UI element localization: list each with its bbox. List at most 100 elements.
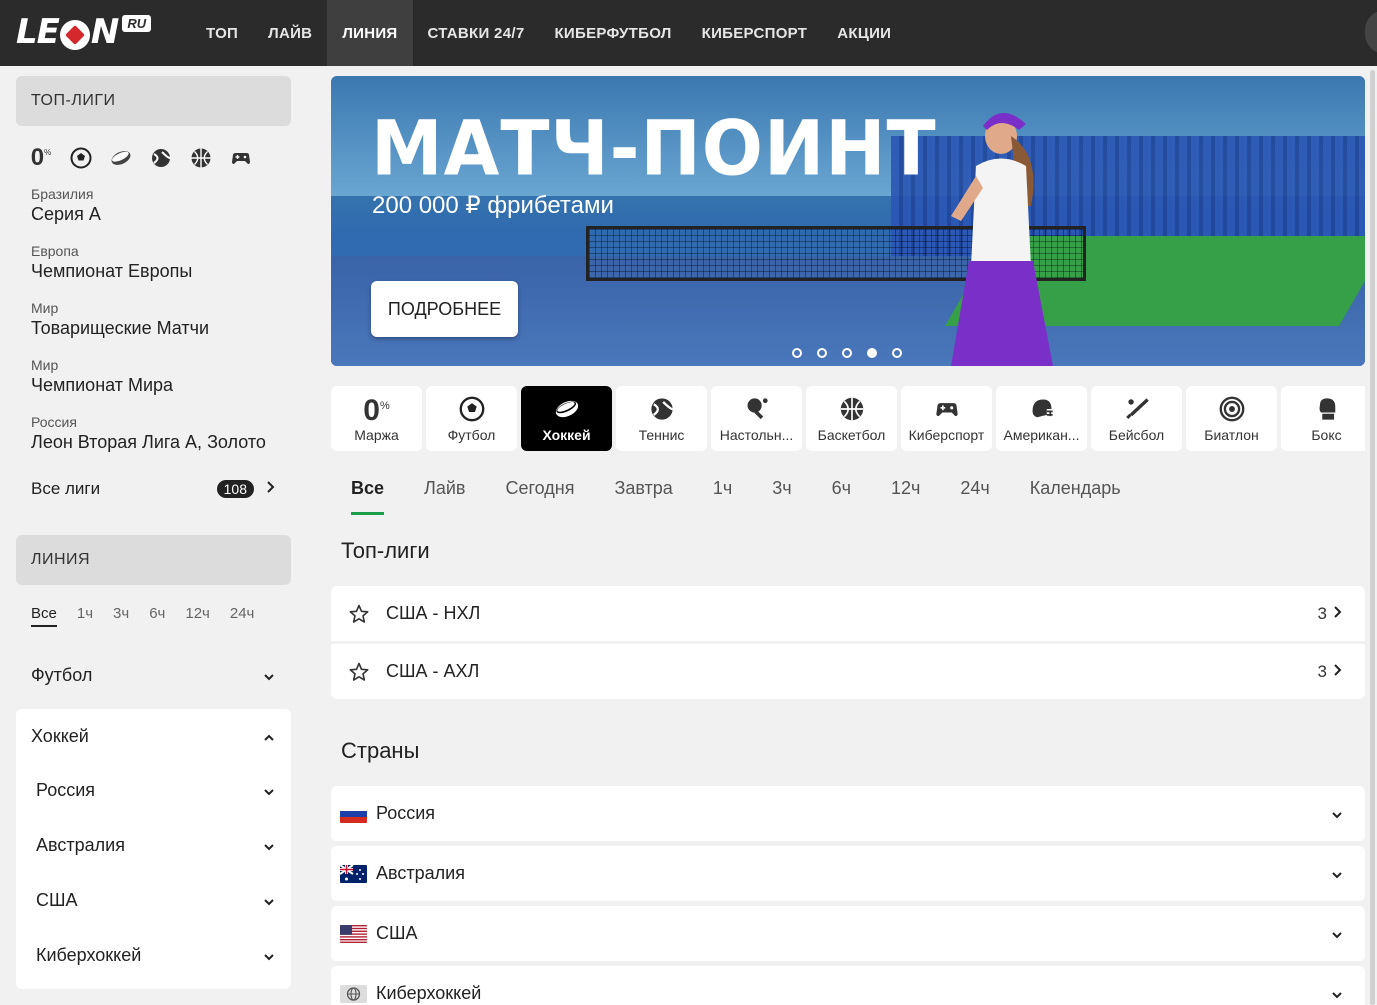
sport-tab-esports[interactable]: Киберспорт (901, 386, 992, 451)
league-item[interactable]: Бразилия Серия А (16, 176, 291, 233)
country-row-australia[interactable]: Австралия (331, 846, 1365, 901)
league-item[interactable]: Мир Чемпионат Мира (16, 347, 291, 404)
sub-item-label: Австралия (36, 835, 125, 855)
sub-item-label: Россия (36, 780, 96, 800)
league-item[interactable]: Европа Чемпионат Европы (16, 233, 291, 290)
time-filter-tabs: Все Лайв Сегодня Завтра 1ч 3ч 6ч 12ч 24ч… (331, 466, 1141, 518)
filter-tab-all[interactable]: Все (331, 466, 404, 516)
nav-cybersport[interactable]: КИБЕРСПОРТ (687, 0, 823, 66)
chevron-down-icon (263, 780, 275, 801)
league-item[interactable]: Мир Товарищеские Матчи (16, 290, 291, 347)
sport-tab-baseball[interactable]: Бейсбол (1091, 386, 1182, 451)
filter-tab-calendar[interactable]: Календарь (1010, 466, 1141, 516)
league-row-nhl[interactable]: США - НХЛ 3 (331, 586, 1365, 641)
gamepad-icon[interactable] (230, 147, 252, 169)
banner-subtitle: 200 000 ₽ фрибетами (372, 192, 614, 219)
sport-tab-label: Баскетбол (817, 426, 886, 443)
nav-top[interactable]: ТОП (191, 0, 253, 66)
page-scrollbar[interactable] (1370, 70, 1375, 1005)
sport-tab-basketball[interactable]: Баскетбол (806, 386, 897, 451)
sidebar-item-hockey[interactable]: Хоккей (16, 709, 291, 763)
sport-tab-table-tennis[interactable]: Настольн... (711, 386, 802, 451)
table-tennis-icon (744, 395, 770, 423)
sport-tab-biathlon[interactable]: Биатлон (1186, 386, 1277, 451)
country-row-cyberhockey[interactable]: Киберхоккей (331, 966, 1365, 1005)
slide-dot[interactable] (892, 348, 902, 358)
chevron-right-icon (266, 479, 276, 499)
all-leagues-link[interactable]: Все лиги 108 (16, 469, 291, 509)
filter-tab-3h[interactable]: 3ч (752, 466, 811, 516)
helmet-icon (1029, 395, 1055, 423)
star-icon[interactable] (349, 604, 369, 624)
hockey-expanded-group: Хоккей Россия Австралия США Киберхоккей (16, 709, 291, 989)
marja-big-text: 0 (363, 394, 380, 427)
sport-tab-american-football[interactable]: Американ... (996, 386, 1087, 451)
basketball-icon[interactable] (190, 147, 212, 169)
slide-dot[interactable] (842, 348, 852, 358)
sport-tab-label: Теннис (638, 426, 685, 443)
sport-tab-football[interactable]: Футбол (426, 386, 517, 451)
chevron-down-icon (1331, 803, 1343, 824)
nav-line[interactable]: ЛИНИЯ (327, 0, 413, 66)
filter-tab-24h[interactable]: 24ч (940, 466, 1009, 516)
sidebar-sport-icons: 0% (16, 126, 291, 176)
promo-banner[interactable]: МАТЧ-ПОИНТ 200 000 ₽ фрибетами ПОДРОБНЕЕ (331, 76, 1365, 366)
sport-tab-tennis[interactable]: Теннис (616, 386, 707, 451)
sport-tab-boxing[interactable]: Бокс (1281, 386, 1365, 451)
nav-promotions[interactable]: АКЦИИ (822, 0, 906, 66)
banner-details-button[interactable]: ПОДРОБНЕЕ (371, 281, 518, 337)
sport-tab-label: Американ... (1003, 426, 1080, 443)
slide-dot[interactable] (817, 348, 827, 358)
filter-tab-label: Все (351, 478, 385, 515)
time-tab-6h[interactable]: 6ч (149, 605, 165, 647)
australia-flag (340, 864, 367, 883)
leon-logo[interactable]: LE N RU (16, 12, 152, 52)
nav-live[interactable]: ЛАЙВ (253, 0, 327, 66)
hockey-country-australia[interactable]: Австралия (16, 818, 291, 873)
chevron-right-icon (1333, 604, 1343, 624)
filter-tab-today[interactable]: Сегодня (485, 466, 594, 516)
logo-text-left: LE (16, 12, 60, 52)
basketball-icon (839, 395, 865, 423)
nav-bets-247[interactable]: СТАВКИ 24/7 (413, 0, 540, 66)
time-tab-all[interactable]: Все (31, 605, 57, 627)
chevron-down-icon (1331, 983, 1343, 1004)
sidebar-item-football[interactable]: Футбол (16, 647, 291, 703)
sport-tab-label: Бокс (1311, 426, 1342, 443)
time-tab-12h[interactable]: 12ч (185, 605, 210, 647)
star-icon[interactable] (349, 662, 369, 682)
filter-tab-12h[interactable]: 12ч (871, 466, 940, 516)
hockey-cyberhockey[interactable]: Киберхоккей (16, 928, 291, 983)
slide-dot-active[interactable] (867, 348, 877, 358)
logo-ball-icon (59, 20, 90, 50)
slide-dot[interactable] (792, 348, 802, 358)
hockey-puck-icon[interactable] (110, 147, 132, 169)
time-tab-24h[interactable]: 24ч (230, 605, 255, 647)
league-category: Бразилия (31, 186, 94, 202)
league-item[interactable]: Россия Леон Вторая Лига А, Золото (16, 404, 291, 461)
sidebar-item-label: Хоккей (31, 725, 89, 746)
sport-tab-marja[interactable]: 0% Маржа (331, 386, 422, 451)
chevron-down-icon (1331, 863, 1343, 884)
country-row-usa[interactable]: США (331, 906, 1365, 961)
hockey-country-usa[interactable]: США (16, 873, 291, 928)
league-category: Европа (31, 243, 79, 259)
filter-tab-tomorrow[interactable]: Завтра (594, 466, 692, 516)
time-tab-1h[interactable]: 1ч (77, 605, 93, 647)
hockey-country-russia[interactable]: Россия (16, 763, 291, 818)
filter-tab-live[interactable]: Лайв (404, 466, 485, 516)
football-icon[interactable] (70, 147, 92, 169)
tennis-icon[interactable] (150, 147, 172, 169)
league-name: Серия А (31, 204, 101, 224)
filter-tab-6h[interactable]: 6ч (812, 466, 871, 516)
tennis-player-image (951, 112, 1053, 366)
banner-title: МАТЧ-ПОИНТ (371, 103, 937, 193)
header-account-button[interactable] (1365, 10, 1377, 54)
percent-icon[interactable]: 0% (30, 144, 52, 171)
filter-tab-1h[interactable]: 1ч (693, 466, 752, 516)
league-row-ahl[interactable]: США - АХЛ 3 (331, 644, 1365, 699)
time-tab-3h[interactable]: 3ч (113, 605, 129, 647)
sport-tab-hockey[interactable]: Хоккей (521, 386, 612, 451)
country-row-russia[interactable]: Россия (331, 786, 1365, 841)
nav-cyberfootball[interactable]: КИБЕРФУТБОЛ (539, 0, 686, 66)
